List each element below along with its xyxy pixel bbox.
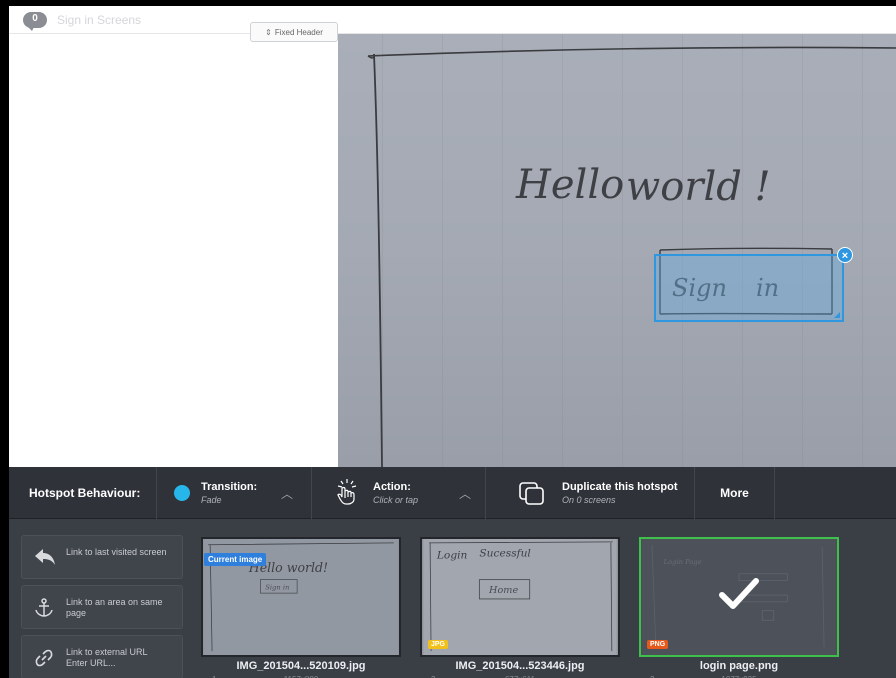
comment-icon[interactable]: 0 [23,12,47,31]
action-label: Action: [373,481,411,493]
sketch-drawing: Hello world ! Sign in [367,46,896,467]
fixed-header-label: Fixed Header [274,27,323,37]
resize-handle-icon[interactable] [834,312,840,318]
screen-thumbnail-3[interactable]: Login Page PNG [639,537,839,657]
link-last-visited-button[interactable]: Link to last visited screen [21,535,183,579]
jpg-badge: JPG [428,640,449,649]
prototype-editor: 0 Sign in Screens ⇕ Fixed Header Hello w… [9,6,896,678]
action-selector[interactable]: Action: Click or tap ︿ [312,467,486,519]
link-external-title: Link to external URL [66,647,148,657]
transition-label: Transition: [201,481,258,493]
svg-text:Home: Home [488,585,518,596]
transition-color-dot [174,485,190,501]
screens-panel: Link to last visited screen Link to an a… [9,519,896,678]
fixed-header-toggle[interactable]: ⇕ Fixed Header [250,22,338,42]
sketch-paper: Hello world ! Sign in [338,34,896,467]
chevron-up-icon: ︿ [281,487,294,501]
screen-image[interactable]: Hello world ! Sign in × [338,34,896,467]
screen-name-1: IMG_201504...520109.jpg [236,660,366,672]
link-same-page-label: Link to an area on same page [66,597,163,618]
svg-text:Sign in: Sign in [265,583,289,591]
back-arrow-icon [35,549,55,565]
project-title: Sign in Screens [57,13,142,27]
duplicate-label: Duplicate this hotspot [562,481,678,493]
link-icon [35,649,53,667]
external-url-placeholder[interactable]: Enter URL... [66,658,116,668]
transition-selector[interactable]: Transition: Fade ︿ [157,467,312,519]
hotspot-behaviour-bar: Hotspot Behaviour: Transition: Fade ︿ Ac… [9,467,896,519]
duplicate-value: On 0 screens [562,495,616,505]
chevron-up-icon: ︿ [459,487,472,501]
close-icon[interactable]: × [837,247,853,263]
link-same-page-button[interactable]: Link to an area on same page [21,585,183,629]
more-button[interactable]: More [695,467,775,519]
svg-text:Login: Login [436,548,468,561]
behaviour-title: Hotspot Behaviour: [9,467,157,519]
screen-name-2: IMG_201504...523446.jpg [455,660,585,672]
up-down-arrows-icon: ⇕ [265,27,272,37]
action-value: Click or tap [373,495,419,505]
screen-thumbnail-2[interactable]: Login Sucessful Home JPG [420,537,620,657]
link-last-visited-label: Link to last visited screen [66,547,167,557]
current-image-badge: Current image [204,553,267,566]
sketch-hello-text: Hello [515,162,624,208]
screen-name-3: login page.png [699,660,779,672]
svg-text:Sucessful: Sucessful [479,546,530,559]
notification-count: 0 [32,13,38,24]
editor-canvas: Hello world ! Sign in × [9,34,896,467]
tap-hand-icon [337,479,357,505]
anchor-icon [35,598,53,617]
hotspot-area[interactable] [654,254,844,322]
svg-text:Login Page: Login Page [663,558,702,566]
link-external-label: Link to external URL Enter URL... [66,647,178,669]
png-badge: PNG [647,640,669,649]
checkmark-icon [719,578,759,609]
thumbnail-image: Login Sucessful Home [423,539,617,655]
svg-text:world !: world ! [626,164,771,210]
duplicate-hotspot-button[interactable]: Duplicate this hotspot On 0 screens [486,467,695,519]
transition-value: Fade [201,495,222,505]
link-external-url-button[interactable]: Link to external URL Enter URL... [21,635,183,678]
screen-thumbnail-1[interactable]: Hello world! Sign in Current image [201,537,401,657]
duplicate-icon [519,482,544,505]
top-bar: 0 Sign in Screens [9,6,896,34]
